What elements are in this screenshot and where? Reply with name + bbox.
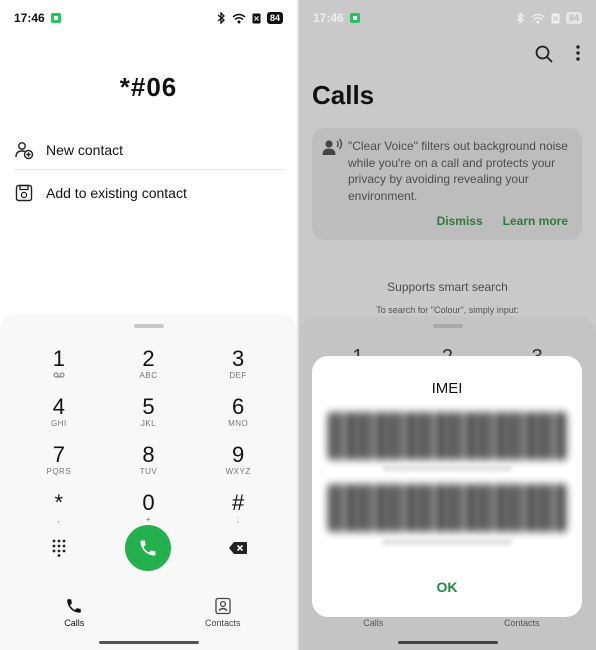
status-bar: 17:46 84 — [0, 0, 297, 36]
status-time: 17:46 — [313, 11, 344, 25]
dialog-title: IMEI — [431, 380, 463, 397]
nav-calls[interactable]: Calls — [0, 592, 149, 632]
dialer-screen: 17:46 84 *#06 New contact Add to existin… — [0, 0, 297, 650]
smart-search-label: Supports smart search — [387, 280, 508, 294]
drag-handle[interactable] — [432, 324, 463, 328]
imei-barcode-1 — [328, 412, 568, 460]
backspace-button[interactable] — [193, 541, 283, 555]
nav-contacts-label: Contacts — [503, 617, 540, 628]
key-4[interactable]: 4 GHI — [14, 392, 104, 432]
dismiss-button[interactable]: Dismiss — [437, 214, 483, 228]
imei-number-1-redacted — [382, 465, 512, 471]
key-6[interactable]: 6 MNO — [193, 392, 283, 432]
key-hash[interactable]: #; — [193, 488, 283, 528]
key-3[interactable]: 3 DEF — [193, 344, 283, 384]
backspace-icon — [229, 542, 248, 554]
bluetooth-icon — [516, 12, 524, 24]
key-5[interactable]: 5 JKL — [104, 392, 194, 432]
home-indicator[interactable] — [397, 641, 498, 644]
home-indicator[interactable] — [98, 641, 199, 644]
notification-icon — [50, 13, 61, 23]
add-person-icon — [14, 140, 34, 160]
key-7[interactable]: 7 PQRS — [14, 440, 104, 480]
phone-icon — [140, 540, 156, 556]
bottom-nav: Calls Contacts — [0, 592, 297, 632]
tip-text: "Clear Voice" filters out background noi… — [348, 139, 568, 203]
nav-contacts[interactable]: Contacts — [149, 592, 298, 632]
new-contact-label: New contact — [46, 141, 124, 158]
key-star[interactable]: *, — [14, 488, 104, 528]
ok-button[interactable]: OK — [312, 579, 582, 595]
nav-calls-label: Calls — [363, 617, 384, 628]
battery-icon: 84 — [266, 12, 283, 24]
add-to-existing-contact-item[interactable]: Add to existing contact — [14, 173, 285, 213]
key-9[interactable]: 9 WXYZ — [193, 440, 283, 480]
notification-icon — [349, 13, 360, 23]
dialpad-toggle-button[interactable] — [14, 539, 104, 557]
more-options-icon[interactable] — [576, 44, 580, 62]
nav-contacts-label: Contacts — [204, 617, 241, 628]
imei-number-2-redacted — [382, 539, 512, 545]
bluetooth-icon — [217, 12, 225, 24]
key-8[interactable]: 8 TUV — [104, 440, 194, 480]
no-sim-icon — [252, 13, 261, 23]
key-0[interactable]: 0 + — [104, 488, 194, 528]
battery-icon: 84 — [565, 12, 582, 24]
phone-icon — [67, 598, 81, 613]
contacts-icon — [215, 597, 231, 614]
dialed-number: *#06 — [119, 72, 178, 102]
save-contact-icon — [14, 183, 34, 203]
nav-calls-label: Calls — [64, 617, 85, 628]
calls-screen: 17:46 84 Calls "Clear Voice" filters out… — [299, 0, 596, 650]
clear-voice-tip-card: "Clear Voice" filters out background noi… — [312, 128, 582, 240]
new-contact-item[interactable]: New contact — [14, 130, 285, 170]
page-title: Calls — [312, 80, 375, 110]
voicemail-icon — [53, 371, 65, 381]
add-to-existing-label: Add to existing contact — [46, 185, 187, 201]
key-2[interactable]: 2 ABC — [104, 344, 194, 384]
keypad: 1 2 ABC 3 DEF 4 GHI 5 JKL 6 MNO 7 PQRS 8 TUV 9W… — [14, 344, 283, 528]
keypad-panel: 1 2 ABC 3 DEF 4 GHI 5 JKL 6 MNO 7 PQRS 8 TUV 9W… — [0, 316, 297, 650]
wifi-icon — [531, 13, 545, 23]
wifi-icon — [232, 13, 246, 23]
no-sim-icon — [551, 13, 560, 23]
key-1[interactable]: 1 — [14, 344, 104, 384]
dialpad-icon — [52, 539, 66, 557]
drag-handle[interactable] — [133, 324, 164, 328]
learn-more-button[interactable]: Learn more — [503, 214, 568, 228]
voice-person-icon — [322, 138, 344, 161]
status-time: 17:46 — [14, 11, 45, 25]
status-bar: 17:46 84 — [299, 0, 596, 36]
smart-search-hint: To search for "Colour", simply input: — [376, 305, 519, 315]
call-button[interactable] — [125, 525, 172, 571]
imei-barcode-2 — [328, 484, 568, 532]
search-icon[interactable] — [534, 44, 554, 64]
imei-dialog: IMEI OK — [312, 356, 582, 617]
